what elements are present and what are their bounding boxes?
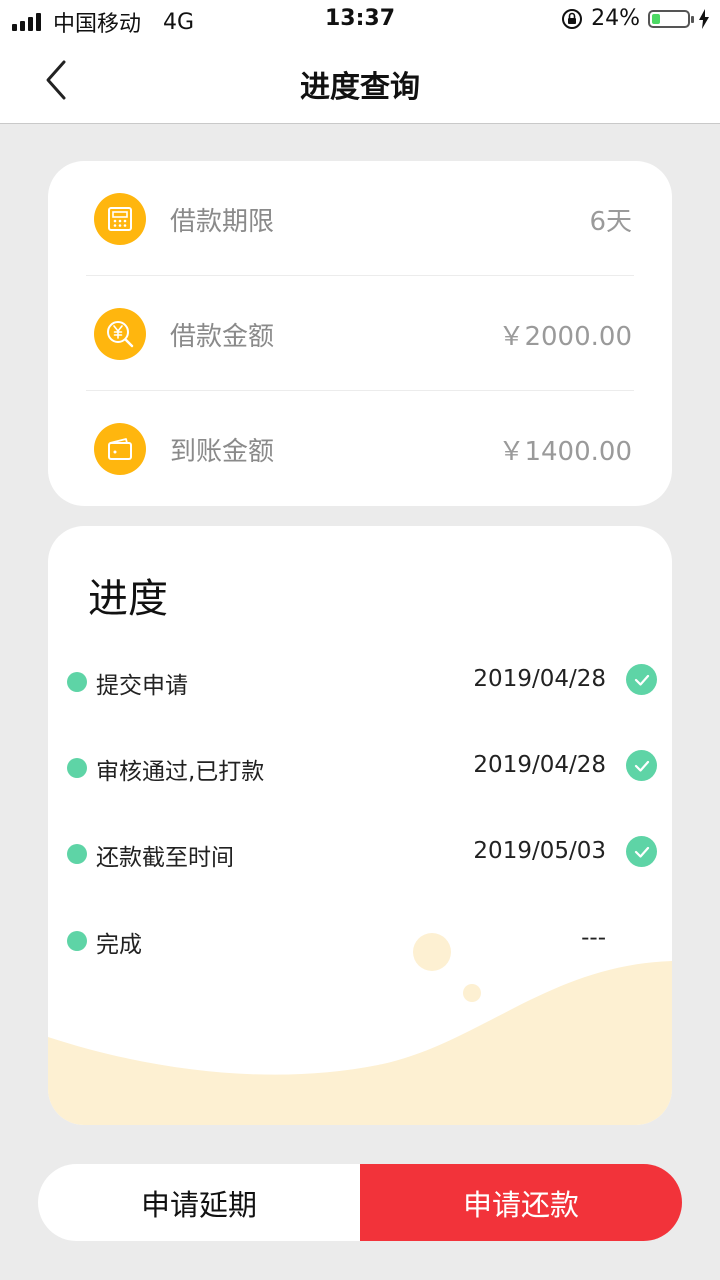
battery-icon [648, 9, 694, 28]
progress-step-submit: 提交申请 2019/04/28 [48, 662, 672, 702]
step-date: 2019/04/28 [473, 752, 606, 778]
nav-bar: 进度查询 [0, 40, 720, 124]
step-name: 完成 [96, 932, 142, 958]
info-row-amount: 借款金额 ￥2000.00 [86, 276, 634, 391]
charging-icon [699, 8, 709, 29]
progress-step-due: 还款截至时间 2019/05/03 [48, 834, 672, 874]
step-dot [67, 672, 87, 692]
battery-percent: 24% [591, 6, 640, 31]
apply-extension-button[interactable]: 申请延期 [38, 1164, 360, 1241]
yuan-search-icon [94, 308, 146, 360]
battery-level [652, 13, 661, 24]
info-row-term: 借款期限 6天 [86, 161, 634, 276]
received-label: 到账金额 [170, 437, 275, 467]
check-icon [626, 836, 657, 867]
step-date: --- [581, 925, 606, 951]
step-dot [67, 758, 87, 778]
progress-title: 进度 [88, 576, 168, 622]
step-name: 审核通过,已打款 [96, 759, 265, 785]
received-value: ￥1400.00 [498, 437, 632, 467]
apply-repayment-button[interactable]: 申请还款 [360, 1164, 682, 1241]
term-value: 6天 [589, 207, 632, 237]
loan-info-card: 借款期限 6天 借款金额 ￥2000.00 到账金额 ￥1400.00 [48, 161, 672, 506]
step-date: 2019/04/28 [473, 666, 606, 692]
step-dot [67, 931, 87, 951]
check-icon [626, 664, 657, 695]
progress-step-complete: 完成 --- [48, 921, 672, 961]
page-title: 进度查询 [300, 70, 420, 105]
amount-value: ￥2000.00 [498, 322, 632, 352]
step-name: 提交申请 [96, 673, 188, 699]
step-date: 2019/05/03 [473, 838, 606, 864]
step-name: 还款截至时间 [96, 845, 234, 871]
status-right: 24% [561, 6, 710, 31]
rotation-lock-icon [562, 8, 583, 29]
calculator-icon [94, 193, 146, 245]
check-icon [626, 750, 657, 781]
progress-step-approved: 审核通过,已打款 2019/04/28 [48, 748, 672, 788]
status-bar: 中国移动 4G 13:37 24% [0, 0, 720, 40]
term-label: 借款期限 [170, 207, 275, 237]
progress-card: 进度 提交申请 2019/04/28 审核通过,已打款 2019/04/28 还… [48, 526, 672, 1125]
amount-label: 借款金额 [170, 322, 275, 352]
info-row-received: 到账金额 ￥1400.00 [86, 391, 634, 506]
step-dot [67, 844, 87, 864]
wallet-icon [94, 423, 146, 475]
